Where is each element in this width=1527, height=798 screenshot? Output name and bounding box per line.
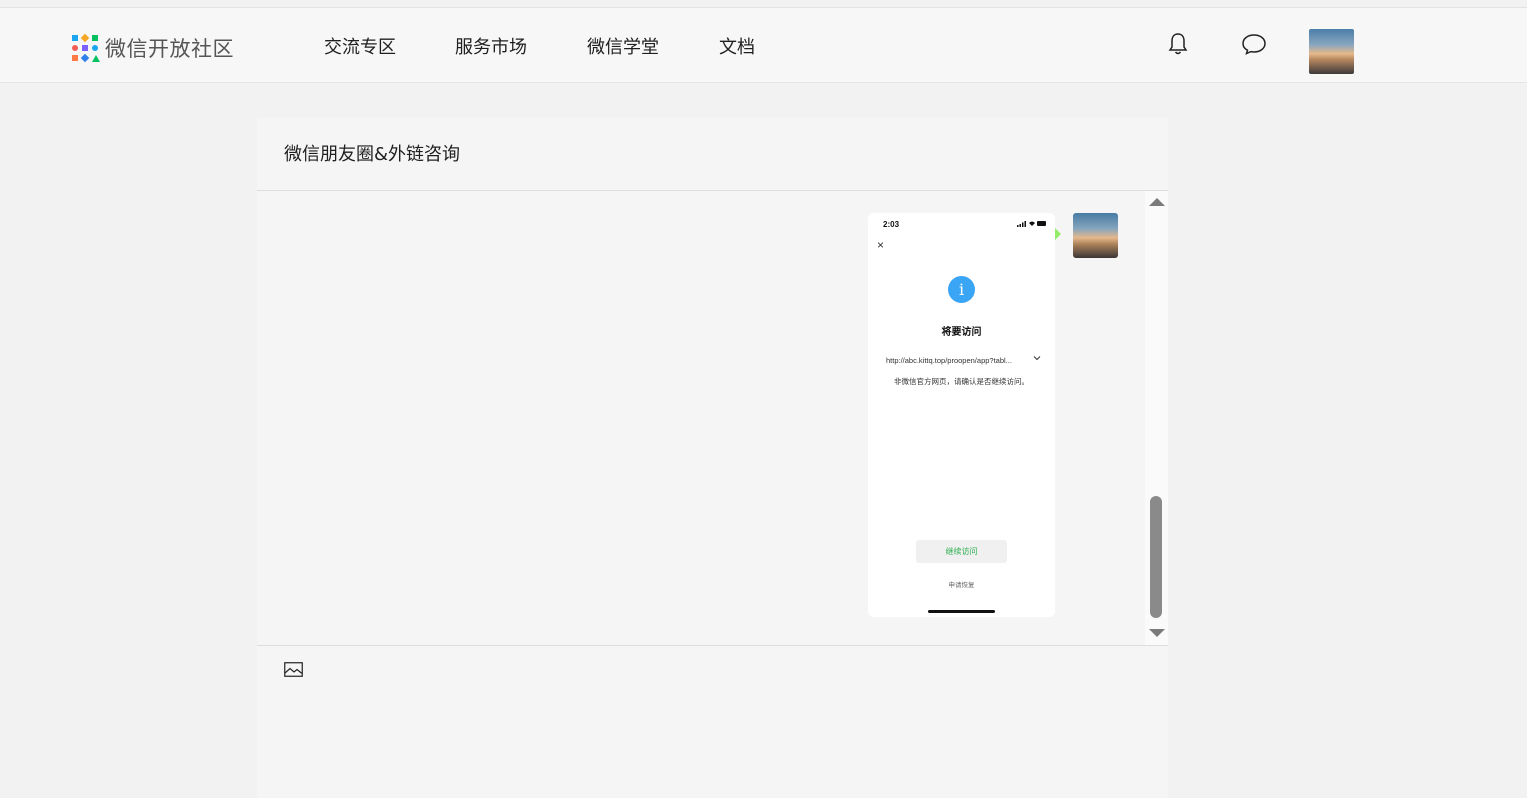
scroll-up-arrow-icon[interactable] — [1149, 198, 1165, 206]
logo-text: 微信开放社区 — [105, 37, 234, 61]
sender-avatar[interactable] — [1073, 213, 1118, 258]
phone-home-indicator — [928, 610, 995, 613]
scroll-down-arrow-icon[interactable] — [1149, 629, 1165, 637]
top-navbar: 微信开放社区 交流专区 服务市场 微信学堂 文档 — [0, 8, 1527, 83]
phone-url: http://abc.kittq.top/proopen/app?tabl... — [886, 356, 1012, 365]
phone-close-icon: × — [877, 238, 885, 252]
phone-status-icons — [1017, 220, 1047, 229]
screenshot-message-image[interactable]: 2:03 × i 将要访问 http://abc.kittq.top/proop… — [868, 213, 1055, 617]
image-icon[interactable] — [284, 662, 303, 682]
nav-item-service-market[interactable]: 服务市场 — [455, 33, 527, 59]
phone-warning-text: 非微信官方网页，请确认是否继续访问。 — [894, 377, 1029, 386]
phone-appeal-link: 申请恢复 — [948, 581, 975, 589]
site-logo[interactable]: 微信开放社区 — [72, 33, 234, 63]
vertical-scrollbar[interactable] — [1145, 191, 1168, 645]
conversation-panel: 微信朋友圈&外链咨询 2:03 × i 将要访问 http://abc.kitt… — [257, 118, 1168, 798]
scroll-thumb[interactable] — [1150, 496, 1162, 618]
chat-bubble-icon[interactable] — [1241, 33, 1267, 60]
nav-item-wechat-academy[interactable]: 微信学堂 — [587, 33, 659, 59]
nav-item-exchange[interactable]: 交流专区 — [324, 33, 396, 59]
nav-item-docs[interactable]: 文档 — [719, 33, 755, 59]
logo-mark-icon — [72, 33, 100, 63]
bubble-tail — [1055, 228, 1061, 240]
phone-continue-button: 继续访问 — [916, 540, 1007, 563]
user-avatar[interactable] — [1309, 29, 1354, 74]
bell-icon[interactable] — [1168, 32, 1188, 61]
phone-time: 2:03 — [883, 220, 900, 229]
message-list[interactable]: 2:03 × i 将要访问 http://abc.kittq.top/proop… — [257, 191, 1168, 645]
message-composer[interactable] — [257, 646, 1168, 798]
chevron-down-icon — [1033, 354, 1041, 363]
info-icon: i — [948, 276, 975, 303]
conversation-title: 微信朋友圈&外链咨询 — [284, 144, 461, 165]
phone-heading: 将要访问 — [941, 327, 982, 338]
